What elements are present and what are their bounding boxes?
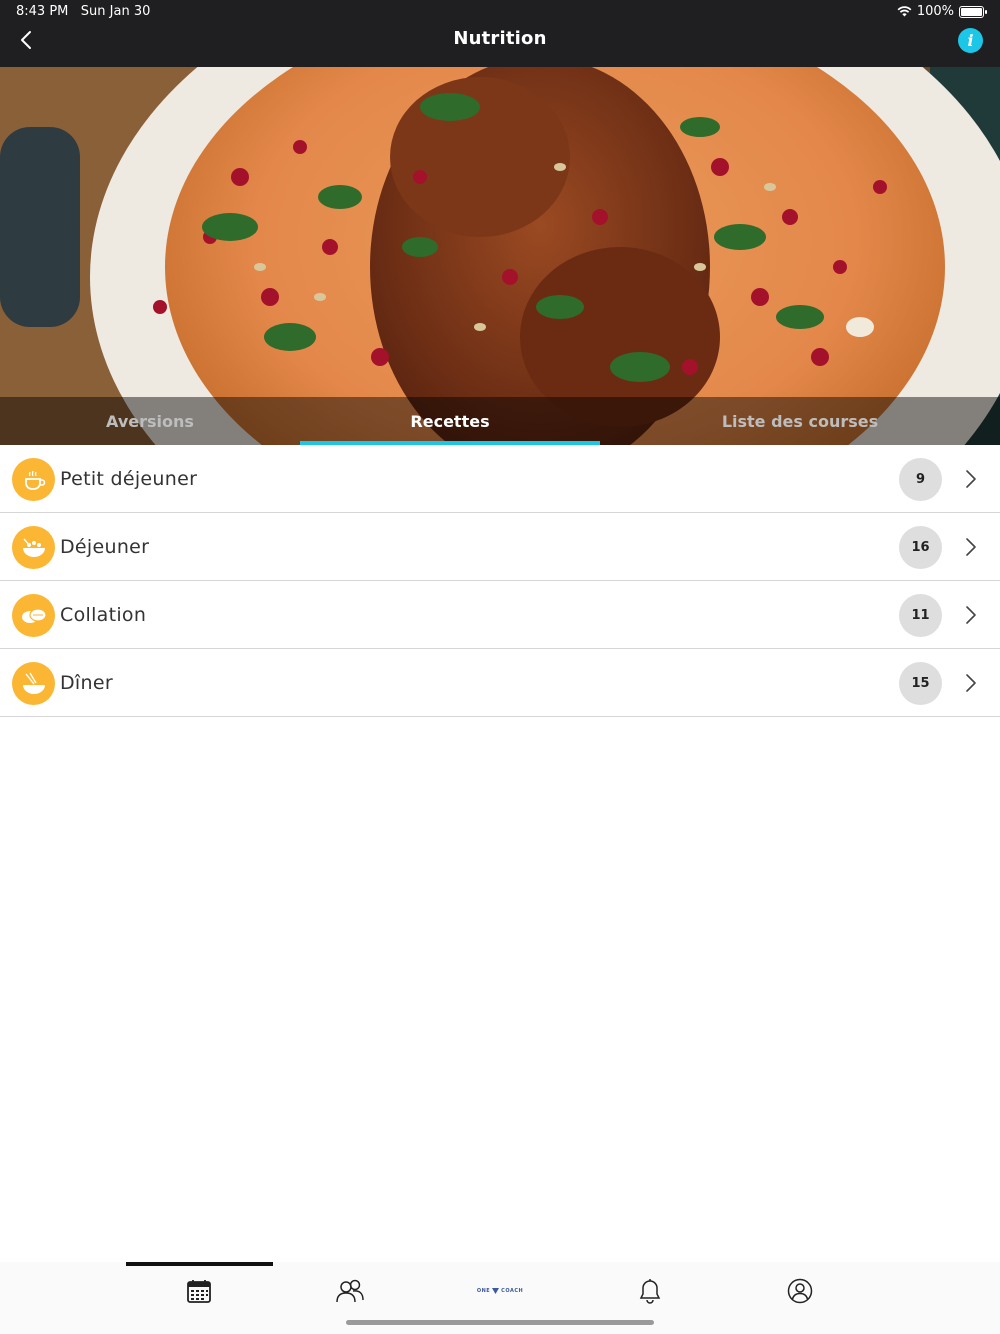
bell-icon [639, 1279, 661, 1304]
status-indicators: 100% [897, 4, 987, 19]
tab-onecoach[interactable]: ONE COACH [470, 1276, 530, 1306]
category-label: Déjeuner [60, 536, 150, 558]
lunch-bowl-icon [12, 526, 55, 569]
wifi-icon [897, 6, 912, 17]
chevron-right-icon [966, 606, 976, 624]
segment-tabs: Aversions Recettes Liste des courses [0, 397, 1000, 445]
tab-aversions[interactable]: Aversions [0, 397, 300, 445]
battery-icon [959, 5, 987, 18]
status-date: Sun Jan 30 [80, 4, 151, 19]
chevron-right-icon [966, 538, 976, 556]
calendar-icon [187, 1280, 211, 1303]
active-tab-indicator [126, 1262, 273, 1266]
home-indicator[interactable] [346, 1320, 654, 1325]
info-icon: i [967, 31, 974, 50]
tab-calendar[interactable] [179, 1276, 219, 1306]
tab-recettes[interactable]: Recettes [300, 397, 600, 445]
tab-profile[interactable] [780, 1276, 820, 1306]
count-badge: 15 [899, 662, 942, 705]
profile-icon [787, 1278, 813, 1304]
battery-percent: 100% [916, 4, 954, 19]
status-clock: 8:43 PM [16, 4, 69, 19]
chevron-right-icon [966, 470, 976, 488]
tab-community[interactable] [330, 1276, 370, 1306]
dinner-bowl-icon [12, 662, 55, 705]
top-bar: 8:43 PM Sun Jan 30 100% Nutrition i [0, 0, 1000, 67]
snack-icon [12, 594, 55, 637]
category-label: Petit déjeuner [60, 468, 198, 490]
logo-text-right: COACH [501, 1288, 524, 1294]
logo-text-left: ONE [476, 1288, 491, 1294]
hero-image: Aversions Recettes Liste des courses [0, 67, 1000, 445]
onecoach-logo: ONE COACH [477, 1288, 523, 1294]
list-item-collation[interactable]: Collation 11 [0, 581, 1000, 649]
page-title: Nutrition [453, 28, 547, 49]
recipe-category-list: Petit déjeuner 9 Déjeuner 16 Collation 1… [0, 445, 1000, 717]
tab-notifications[interactable] [630, 1276, 670, 1306]
list-item-petit-dejeuner[interactable]: Petit déjeuner 9 [0, 445, 1000, 513]
list-item-dejeuner[interactable]: Déjeuner 16 [0, 513, 1000, 581]
category-label: Collation [60, 604, 147, 626]
food-photo [0, 67, 1000, 445]
category-label: Dîner [60, 672, 113, 694]
tab-liste-des-courses[interactable]: Liste des courses [600, 397, 1000, 445]
count-badge: 9 [899, 458, 942, 501]
chevron-right-icon [966, 674, 976, 692]
info-button[interactable]: i [958, 28, 983, 53]
breakfast-cup-icon [12, 458, 55, 501]
status-time: 8:43 PM Sun Jan 30 [16, 4, 150, 19]
community-icon [336, 1279, 364, 1303]
count-badge: 11 [899, 594, 942, 637]
count-badge: 16 [899, 526, 942, 569]
list-item-diner[interactable]: Dîner 15 [0, 649, 1000, 717]
